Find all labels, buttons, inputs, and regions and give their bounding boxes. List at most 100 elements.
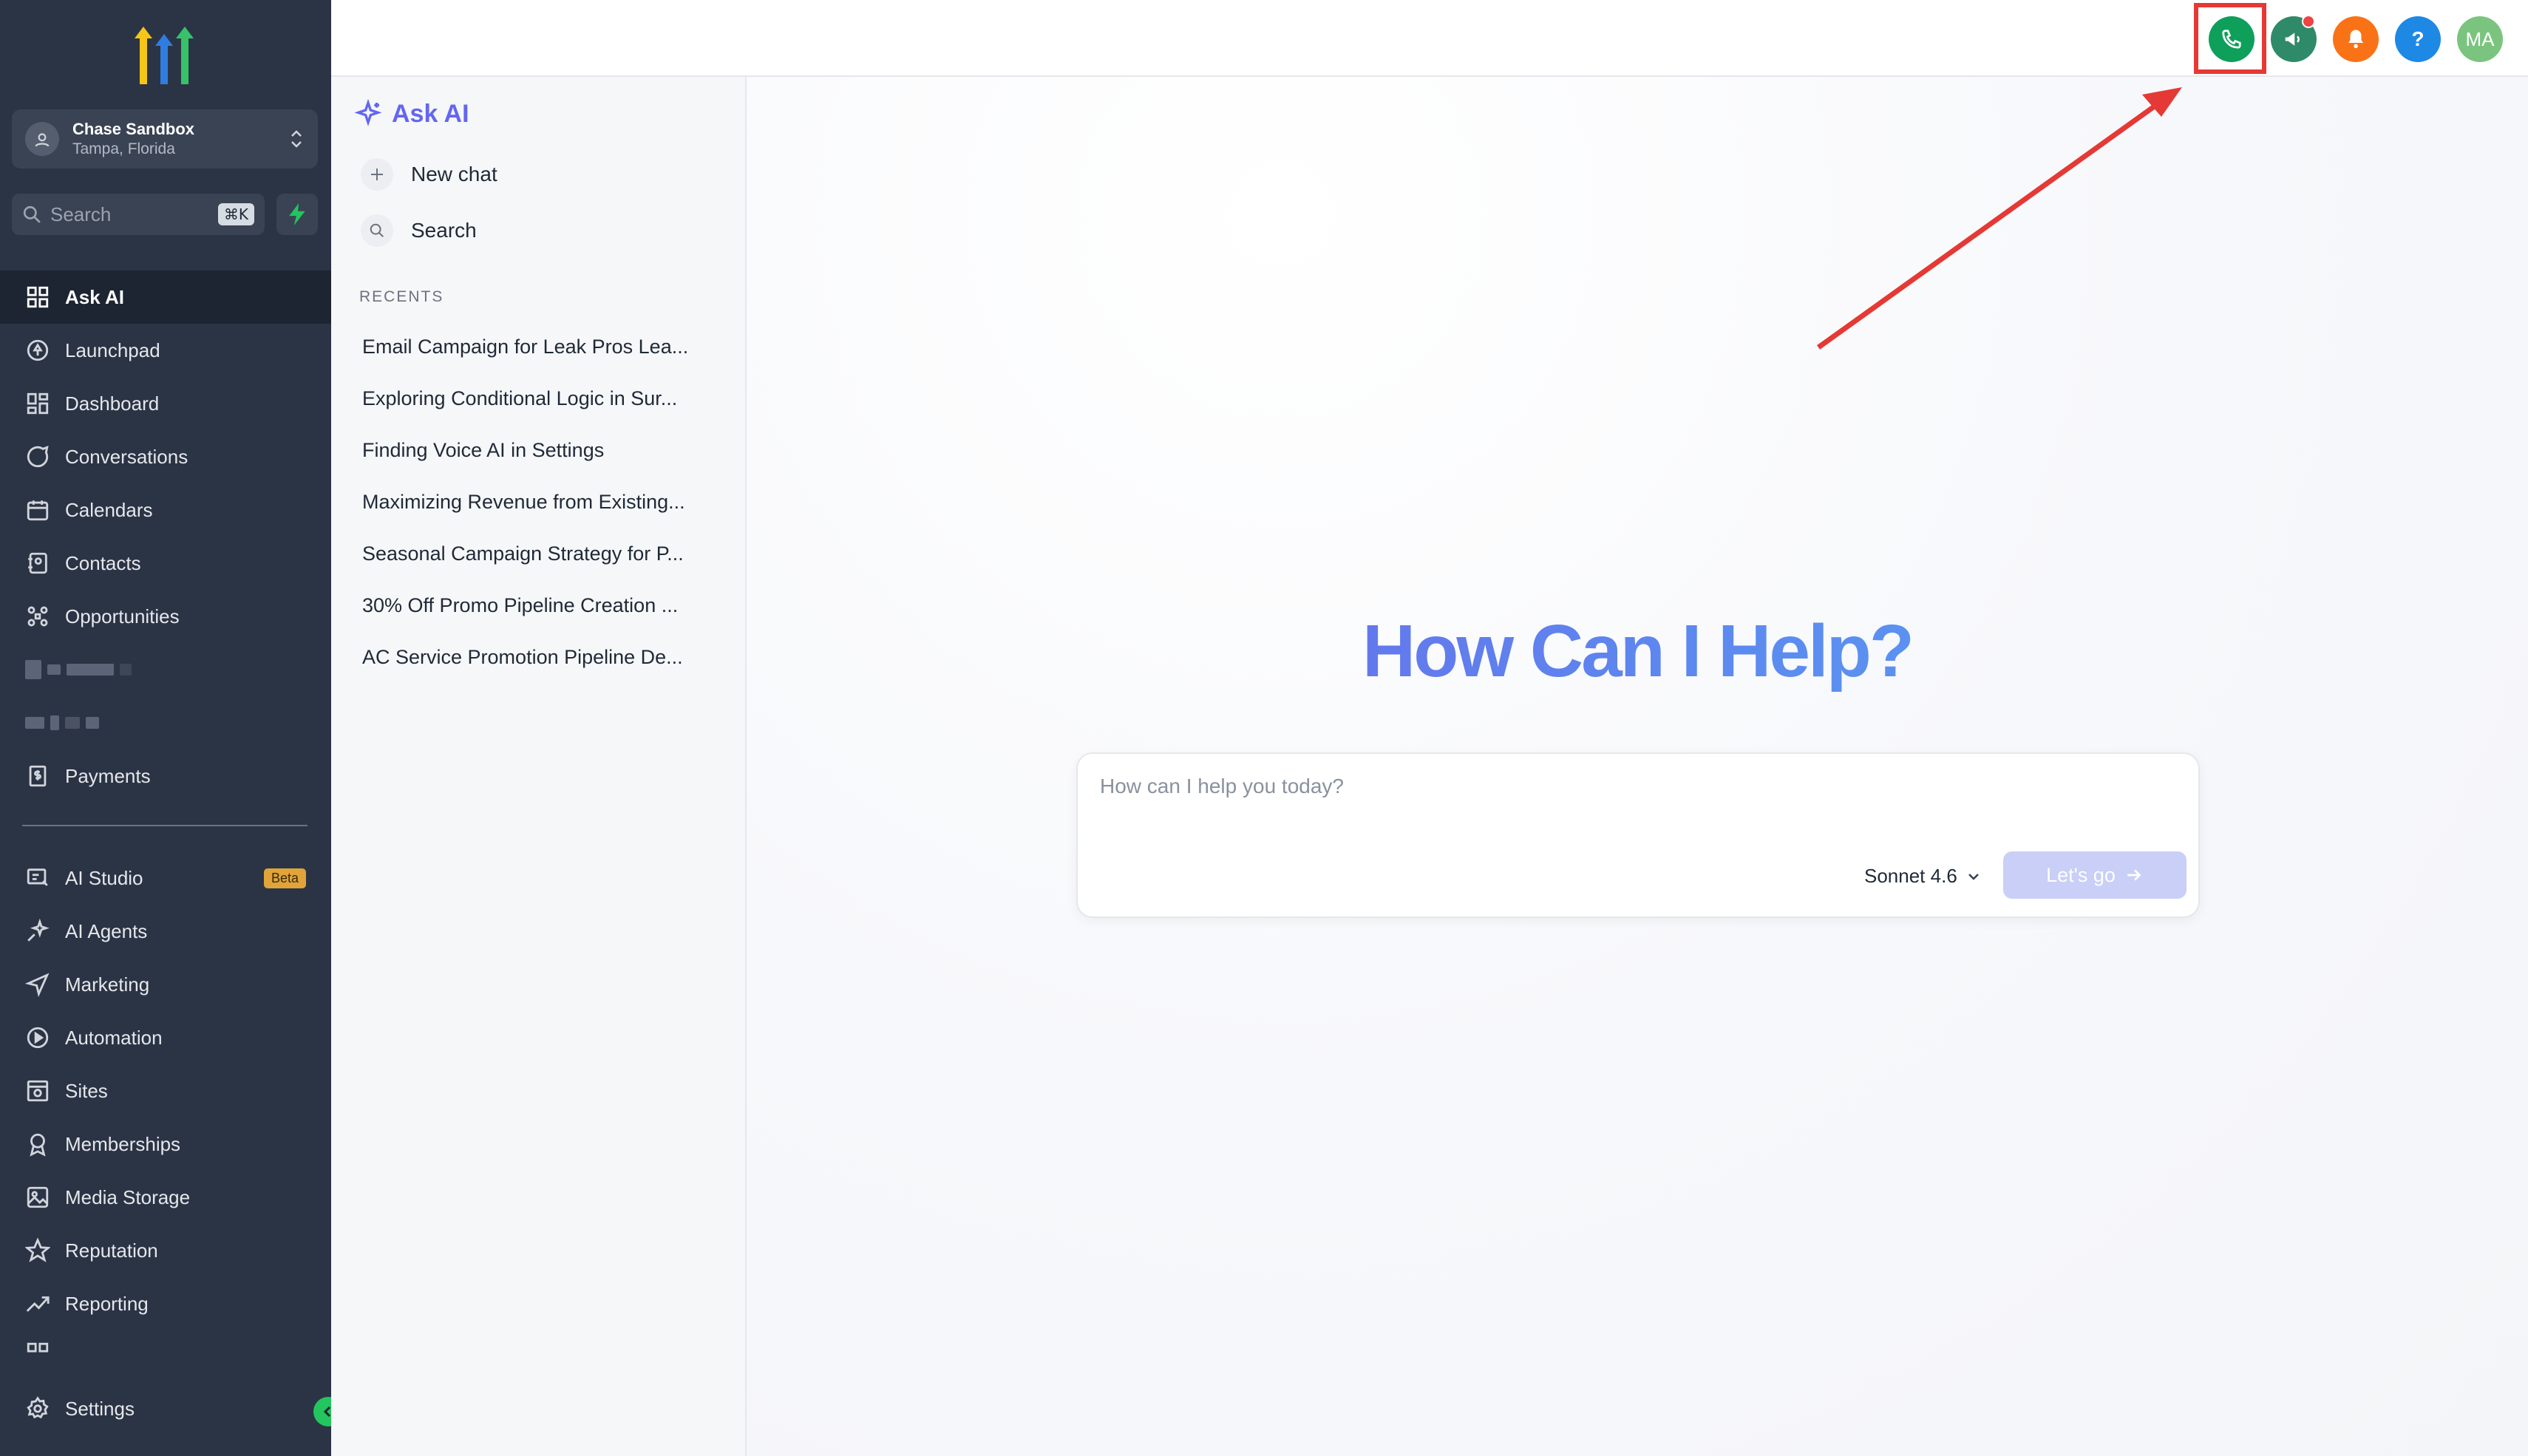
bolt-icon <box>289 203 305 225</box>
highlight-annotation <box>2194 3 2266 74</box>
search-label: Search <box>50 203 112 225</box>
membership-icon <box>30 1133 46 1157</box>
quick-actions-button[interactable] <box>276 194 318 235</box>
user-avatar[interactable]: MA <box>2457 16 2503 62</box>
nav-item-sites[interactable]: Sites <box>0 1064 331 1117</box>
search-icon <box>361 214 393 247</box>
search-shortcut: ⌘K <box>217 203 254 225</box>
nav-item-dashboard[interactable]: Dashboard <box>0 377 331 430</box>
notifications-button[interactable] <box>2333 16 2379 62</box>
brand-logo[interactable] <box>127 24 201 87</box>
nav-label: Settings <box>65 1397 135 1420</box>
prompt-input[interactable] <box>1100 775 2164 798</box>
notification-dot <box>2302 15 2315 28</box>
recent-chat-item[interactable]: Maximizing Revenue from Existing... <box>362 476 732 528</box>
nav-label: Launchpad <box>65 339 160 361</box>
sparkle-icon <box>27 919 50 942</box>
arrow-right-icon <box>2127 869 2141 881</box>
nav-item-automation[interactable]: Automation <box>0 1011 331 1064</box>
sidebar: Chase Sandbox Tampa, Florida Search ⌘K A… <box>0 0 343 1456</box>
plus-icon <box>361 158 393 191</box>
nav-item-reporting[interactable]: Reporting <box>0 1277 331 1330</box>
payments-icon <box>29 765 47 787</box>
secondary-nav: AI Studio Beta AI Agents Marketing Autom… <box>0 851 331 1353</box>
nav-label: Conversations <box>65 445 188 468</box>
nav-item-media-storage[interactable]: Media Storage <box>0 1171 331 1224</box>
nav-label: Reputation <box>65 1239 158 1262</box>
nav-item-launchpad[interactable]: Launchpad <box>0 324 331 377</box>
nav-label: Contacts <box>65 551 141 574</box>
nav-item-ai-agents[interactable]: AI Agents <box>0 905 331 958</box>
contacts-icon <box>28 552 47 574</box>
prompt-card: Sonnet 4.6 Let's go <box>1076 752 2200 918</box>
nav-label: Automation <box>65 1026 163 1049</box>
search-chats-button[interactable]: Search <box>361 214 477 247</box>
recent-chat-item[interactable]: Finding Voice AI in Settings <box>362 424 732 476</box>
panel-title: Ask AI <box>353 99 469 129</box>
rocket-icon <box>27 339 49 361</box>
nav-item-ai-studio[interactable]: AI Studio Beta <box>0 851 331 905</box>
nav-item-contacts[interactable]: Contacts <box>0 537 331 590</box>
top-bar: ? MA <box>331 0 2528 77</box>
sidebar-search[interactable]: Search ⌘K <box>12 194 265 235</box>
nav-item-memberships[interactable]: Memberships <box>0 1117 331 1171</box>
nav-label: Reporting <box>65 1292 149 1315</box>
submit-button[interactable]: Let's go <box>2003 851 2186 899</box>
new-chat-label: New chat <box>411 163 497 186</box>
recent-chat-item[interactable]: Seasonal Campaign Strategy for P... <box>362 528 732 579</box>
nav-label: Calendars <box>65 498 153 521</box>
star-icon <box>25 1238 50 1262</box>
nav-label: Dashboard <box>65 392 160 415</box>
grid-icon <box>27 1342 49 1353</box>
nav-label: Marketing <box>65 973 150 996</box>
submit-label: Let's go <box>2046 863 2116 886</box>
nav-item-redacted[interactable] <box>0 696 331 749</box>
recent-chat-item[interactable]: 30% Off Promo Pipeline Creation ... <box>362 579 732 631</box>
model-selector[interactable]: Sonnet 4.6 <box>1864 865 1982 888</box>
nav-item-payments[interactable]: Payments <box>0 749 331 803</box>
nav-item-calendars[interactable]: Calendars <box>0 483 331 537</box>
nav-item-app-marketplace[interactable] <box>0 1330 331 1353</box>
nav-label: Memberships <box>65 1132 181 1155</box>
recent-chats-list: Email Campaign for Leak Pros Lea... Expl… <box>362 321 732 683</box>
nav-label: AI Studio <box>65 866 143 889</box>
help-icon: ? <box>2411 27 2425 50</box>
nav-item-conversations[interactable]: Conversations <box>0 430 331 483</box>
recent-chat-item[interactable]: AC Service Promotion Pipeline De... <box>362 631 732 683</box>
nav-item-reputation[interactable]: Reputation <box>0 1224 331 1277</box>
ai-studio-icon <box>27 868 48 886</box>
account-location: Tampa, Florida <box>72 140 175 157</box>
nav-label: Sites <box>65 1079 108 1102</box>
automation-icon <box>27 1027 49 1049</box>
nav-label: Ask AI <box>65 285 124 308</box>
recent-chat-item[interactable]: Email Campaign for Leak Pros Lea... <box>362 321 732 372</box>
search-chats-label: Search <box>411 219 477 242</box>
nav-label: Media Storage <box>65 1185 191 1208</box>
recent-chat-item[interactable]: Exploring Conditional Logic in Sur... <box>362 372 732 424</box>
chevron-down-icon <box>1968 873 1979 880</box>
panel-title-text: Ask AI <box>392 99 469 128</box>
nav-item-marketing[interactable]: Marketing <box>0 958 331 1011</box>
dashboard-icon <box>27 392 49 415</box>
nav-label: Payments <box>65 764 151 787</box>
nav-label: AI Agents <box>65 919 148 942</box>
recents-heading: RECENTS <box>359 288 444 305</box>
account-name: Chase Sandbox <box>72 120 195 139</box>
model-name: Sonnet 4.6 <box>1864 865 1957 887</box>
calendar-icon <box>27 500 49 521</box>
new-chat-button[interactable]: New chat <box>361 158 497 191</box>
grid-icon <box>27 286 49 308</box>
hero-title: How Can I Help? <box>747 609 2528 694</box>
announcements-button[interactable] <box>2271 15 2317 62</box>
help-button[interactable]: ? <box>2395 16 2441 62</box>
account-switcher[interactable]: Chase Sandbox Tampa, Florida <box>12 109 318 169</box>
bell-icon <box>2348 30 2363 49</box>
chat-bubble-icon <box>27 446 49 468</box>
chevron-updown-icon <box>291 130 302 148</box>
nav-item-opportunities[interactable]: Opportunities <box>0 590 331 643</box>
nav-item-settings[interactable]: Settings <box>0 1382 331 1435</box>
ask-ai-panel: Ask AI New chat Search RECENTS Email Cam… <box>331 77 747 1456</box>
sidebar-divider <box>22 825 307 826</box>
nav-item-redacted[interactable] <box>0 643 331 696</box>
nav-item-ask-ai[interactable]: Ask AI <box>0 271 331 324</box>
